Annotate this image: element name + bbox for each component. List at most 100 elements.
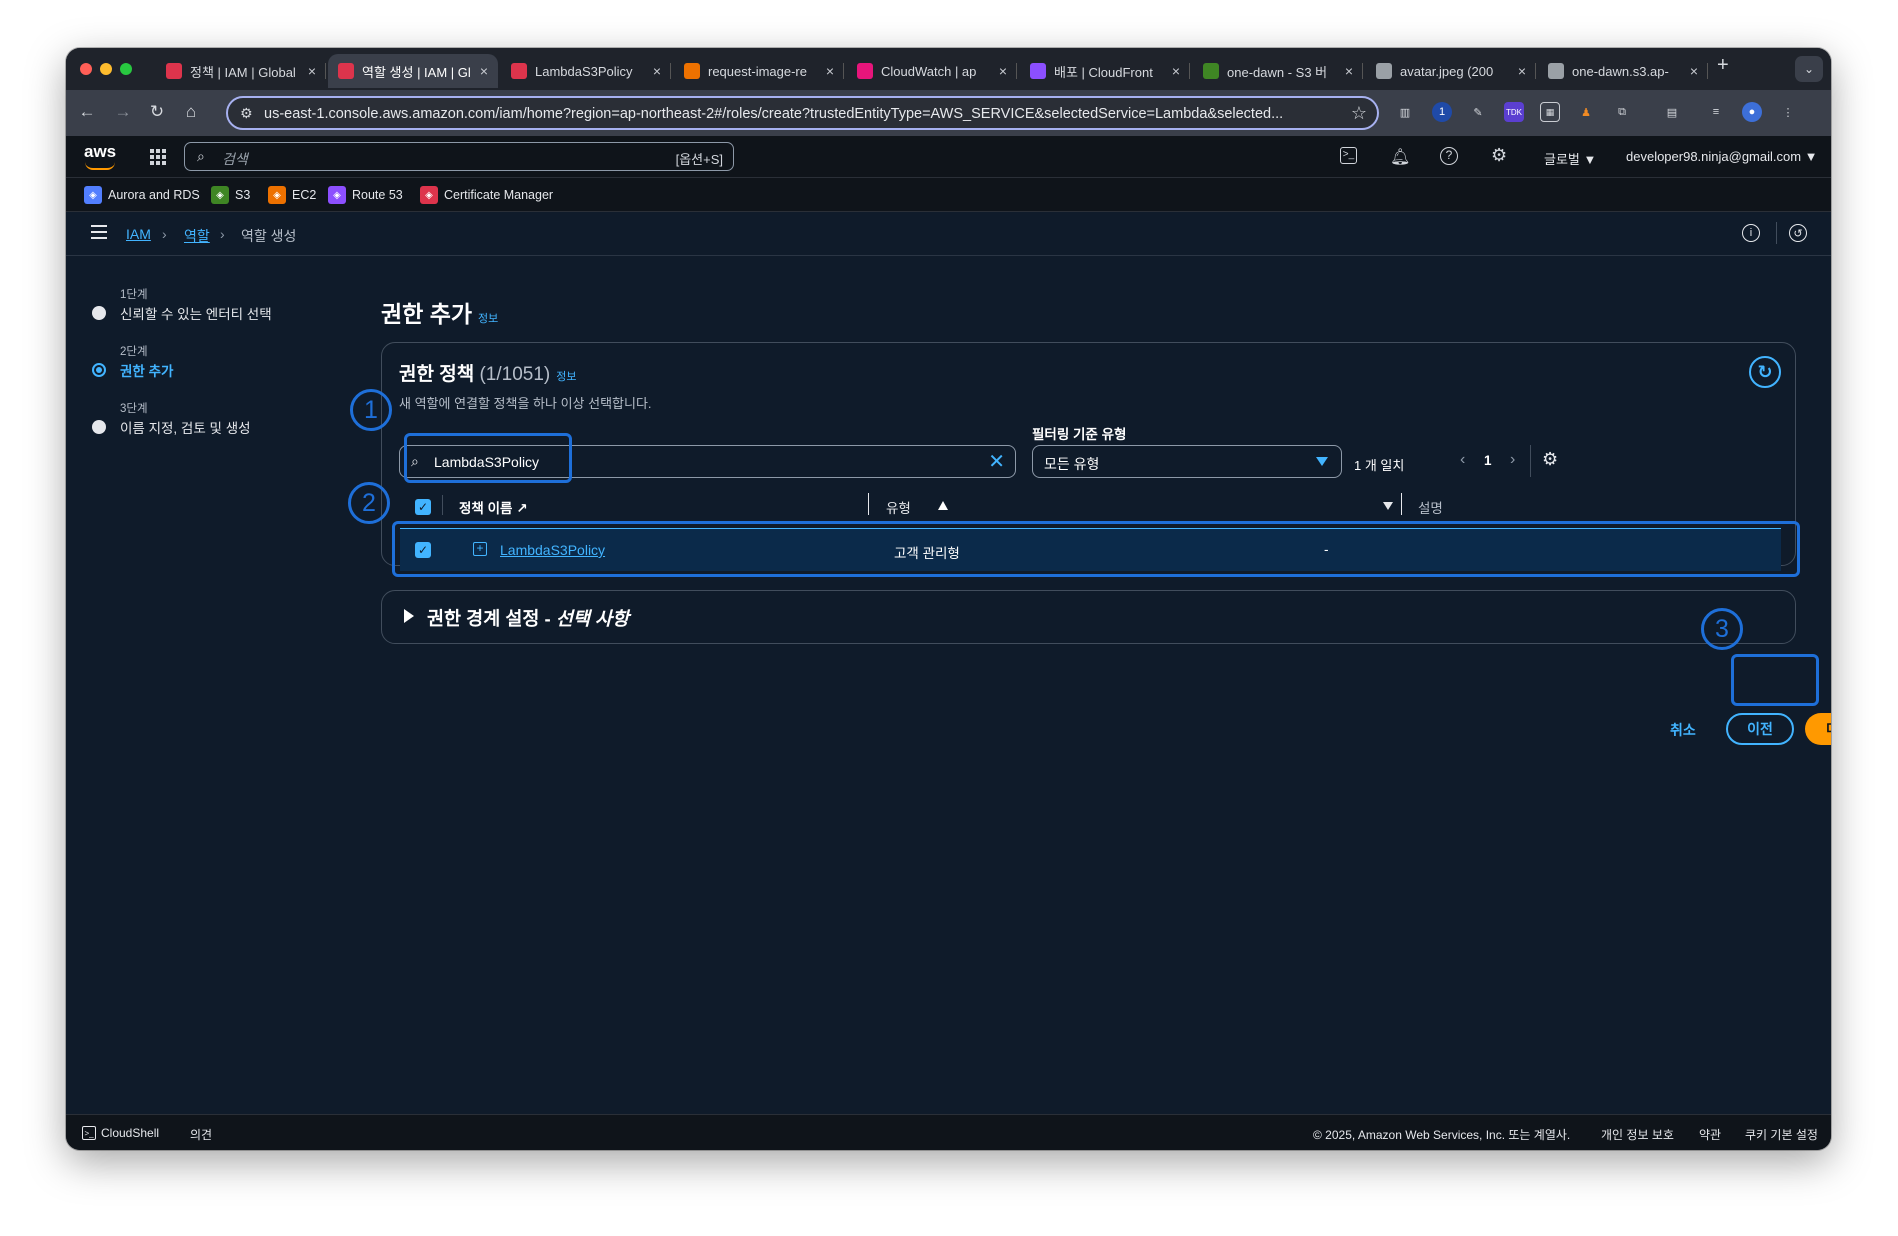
tab-close-icon[interactable]: × (653, 63, 661, 79)
select-all-checkbox[interactable]: ✓ (415, 499, 431, 515)
cancel-button[interactable]: 취소 (1670, 720, 1696, 740)
favorite-item[interactable]: ◈ Aurora and RDS (84, 186, 200, 204)
refresh-icon[interactable]: ↻ (1749, 356, 1781, 388)
favorite-item[interactable]: ◈ EC2 (268, 186, 316, 204)
extension-icon-3[interactable]: ♟ (1576, 102, 1596, 122)
page-info-link[interactable]: 정보 (478, 313, 498, 325)
forward-icon[interactable]: → (112, 102, 134, 122)
annotation-marker-2: 2 (348, 482, 390, 524)
current-page[interactable]: 1 (1484, 453, 1492, 468)
browser-tab[interactable]: request-image-re × (674, 54, 844, 88)
home-icon[interactable]: ⌂ (180, 102, 202, 122)
reload-icon[interactable]: ↻ (146, 102, 168, 122)
extension-icon-2[interactable]: ▦ (1540, 102, 1560, 122)
favorite-item[interactable]: ◈ Route 53 (328, 186, 403, 204)
extension-icon-1[interactable]: ▥ (1395, 102, 1415, 122)
tab-strip: 정책 | IAM | Global × 역할 생성 | IAM | Gl × Lambd… (66, 48, 1831, 90)
close-window-button[interactable] (80, 63, 92, 75)
sort-descending-icon[interactable] (1383, 502, 1393, 510)
next-page-icon[interactable]: › (1510, 451, 1515, 469)
settings-gear-icon[interactable]: ⚙ (1491, 145, 1507, 166)
cookie-preferences-link[interactable]: 쿠키 기본 설정 (1745, 1126, 1818, 1143)
extensions-puzzle-icon[interactable]: ⧉ (1612, 102, 1632, 122)
browser-tab[interactable]: 정책 | IAM | Global × (156, 54, 326, 88)
cloudshell-icon[interactable]: >_ (1340, 147, 1357, 164)
browser-tab[interactable]: 역할 생성 | IAM | Gl × (328, 54, 498, 88)
tab-divider (843, 63, 844, 79)
tab-close-icon[interactable]: × (999, 63, 1007, 79)
feedback-link[interactable]: 의견 (190, 1126, 212, 1143)
column-resizer[interactable] (1401, 493, 1402, 515)
maximize-window-button[interactable] (120, 63, 132, 75)
help-icon[interactable]: ? (1440, 147, 1458, 165)
browser-tab[interactable]: 배포 | CloudFront × (1020, 54, 1190, 88)
color-picker-icon[interactable]: ✎ (1468, 102, 1488, 122)
filter-type-select[interactable]: 모든 유형 (1032, 445, 1342, 478)
service-icon: ◈ (84, 186, 102, 204)
tab-close-icon[interactable]: × (480, 63, 488, 79)
cloudshell-link[interactable]: >_ CloudShell (82, 1126, 159, 1140)
profile-avatar[interactable]: ● (1742, 102, 1762, 122)
step-1-label[interactable]: 신뢰할 수 있는 엔터티 선택 (120, 303, 272, 323)
tab-close-icon[interactable]: × (1518, 63, 1526, 79)
tab-favicon-icon (511, 63, 527, 79)
permissions-boundary-section[interactable]: 권한 경계 설정 - 선택 사항 (381, 590, 1796, 644)
region-selector[interactable]: 글로벌 ▼ (1544, 149, 1596, 168)
media-control-icon[interactable]: ≡ (1706, 102, 1726, 122)
bookmark-star-icon[interactable]: ☆ (1351, 103, 1367, 124)
privacy-link[interactable]: 개인 정보 보호 (1601, 1126, 1674, 1143)
history-icon[interactable]: ↺ (1789, 224, 1807, 242)
next-button[interactable]: 다음 (1805, 713, 1831, 745)
tab-close-icon[interactable]: × (1172, 63, 1180, 79)
expand-caret-icon[interactable] (404, 609, 414, 623)
browser-tab[interactable]: CloudWatch | ap × (847, 54, 1017, 88)
column-resizer[interactable] (868, 493, 869, 515)
prev-page-icon[interactable]: ‹ (1460, 451, 1465, 469)
favorite-item[interactable]: ◈ Certificate Manager (420, 186, 553, 204)
minimize-window-button[interactable] (100, 63, 112, 75)
column-header-description: 설명 (1418, 501, 1443, 516)
breadcrumb-bar: IAM › 역할 › 역할 생성 i ↺ (66, 212, 1831, 256)
boundary-title[interactable]: 권한 경계 설정 - 선택 사항 (427, 605, 629, 631)
account-menu[interactable]: developer98.ninja@gmail.com ▼ (1626, 149, 1818, 164)
tab-close-icon[interactable]: × (1690, 63, 1698, 79)
browser-tab[interactable]: avatar.jpeg (200 × (1366, 54, 1536, 88)
favorite-item[interactable]: ◈ S3 (211, 186, 250, 204)
service-icon: ◈ (328, 186, 346, 204)
browser-tab[interactable]: one-dawn.s3.ap- × (1538, 54, 1708, 88)
side-panel-icon[interactable]: ▤ (1662, 102, 1682, 122)
breadcrumb-roles[interactable]: 역할 (184, 226, 210, 246)
new-tab-button[interactable]: + (1717, 54, 1729, 77)
terms-link[interactable]: 약관 (1699, 1126, 1721, 1143)
back-icon[interactable]: ← (76, 102, 98, 122)
favorite-label: Route 53 (352, 188, 403, 202)
site-info-icon[interactable]: ⚙ (240, 105, 253, 122)
tab-close-icon[interactable]: × (1345, 63, 1353, 79)
browser-tab[interactable]: one-dawn - S3 버 × (1193, 54, 1363, 88)
table-preferences-gear-icon[interactable]: ⚙ (1542, 449, 1558, 470)
menu-hamburger-icon[interactable] (91, 225, 107, 239)
sort-ascending-icon[interactable] (938, 501, 948, 510)
services-grid-icon[interactable] (150, 149, 166, 165)
tab-close-icon[interactable]: × (308, 63, 316, 79)
url-text[interactable]: us-east-1.console.aws.amazon.com/iam/hom… (264, 106, 1344, 122)
column-header-type[interactable]: 유형 (886, 497, 911, 517)
tab-search-button[interactable]: ⌄ (1795, 56, 1823, 82)
tab-title: one-dawn.s3.ap- (1572, 63, 1669, 79)
previous-button[interactable]: 이전 (1726, 713, 1794, 745)
tab-divider (670, 63, 671, 79)
notifications-bell-icon[interactable]: 🔔︎ (1390, 147, 1410, 167)
extension-icon-tdk[interactable]: TDK (1504, 102, 1524, 122)
clear-search-icon[interactable]: ✕ (988, 449, 1005, 474)
info-panel-icon[interactable]: i (1742, 224, 1760, 242)
column-header-policy-name[interactable]: 정책 이름 ↗ (459, 497, 528, 517)
tab-close-icon[interactable]: × (826, 63, 834, 79)
breadcrumb-iam[interactable]: IAM (126, 226, 151, 242)
browser-menu-icon[interactable]: ⋮ (1778, 102, 1798, 122)
aws-logo[interactable]: aws (84, 142, 116, 170)
address-bar[interactable]: ⚙ us-east-1.console.aws.amazon.com/iam/h… (226, 96, 1379, 130)
aws-search-input[interactable]: ⌕ 검색 [옵션+S] (184, 142, 734, 171)
browser-tab[interactable]: LambdaS3Policy × (501, 54, 671, 88)
policies-info-link[interactable]: 정보 (556, 371, 576, 383)
password-manager-icon[interactable]: 1 (1432, 102, 1452, 122)
